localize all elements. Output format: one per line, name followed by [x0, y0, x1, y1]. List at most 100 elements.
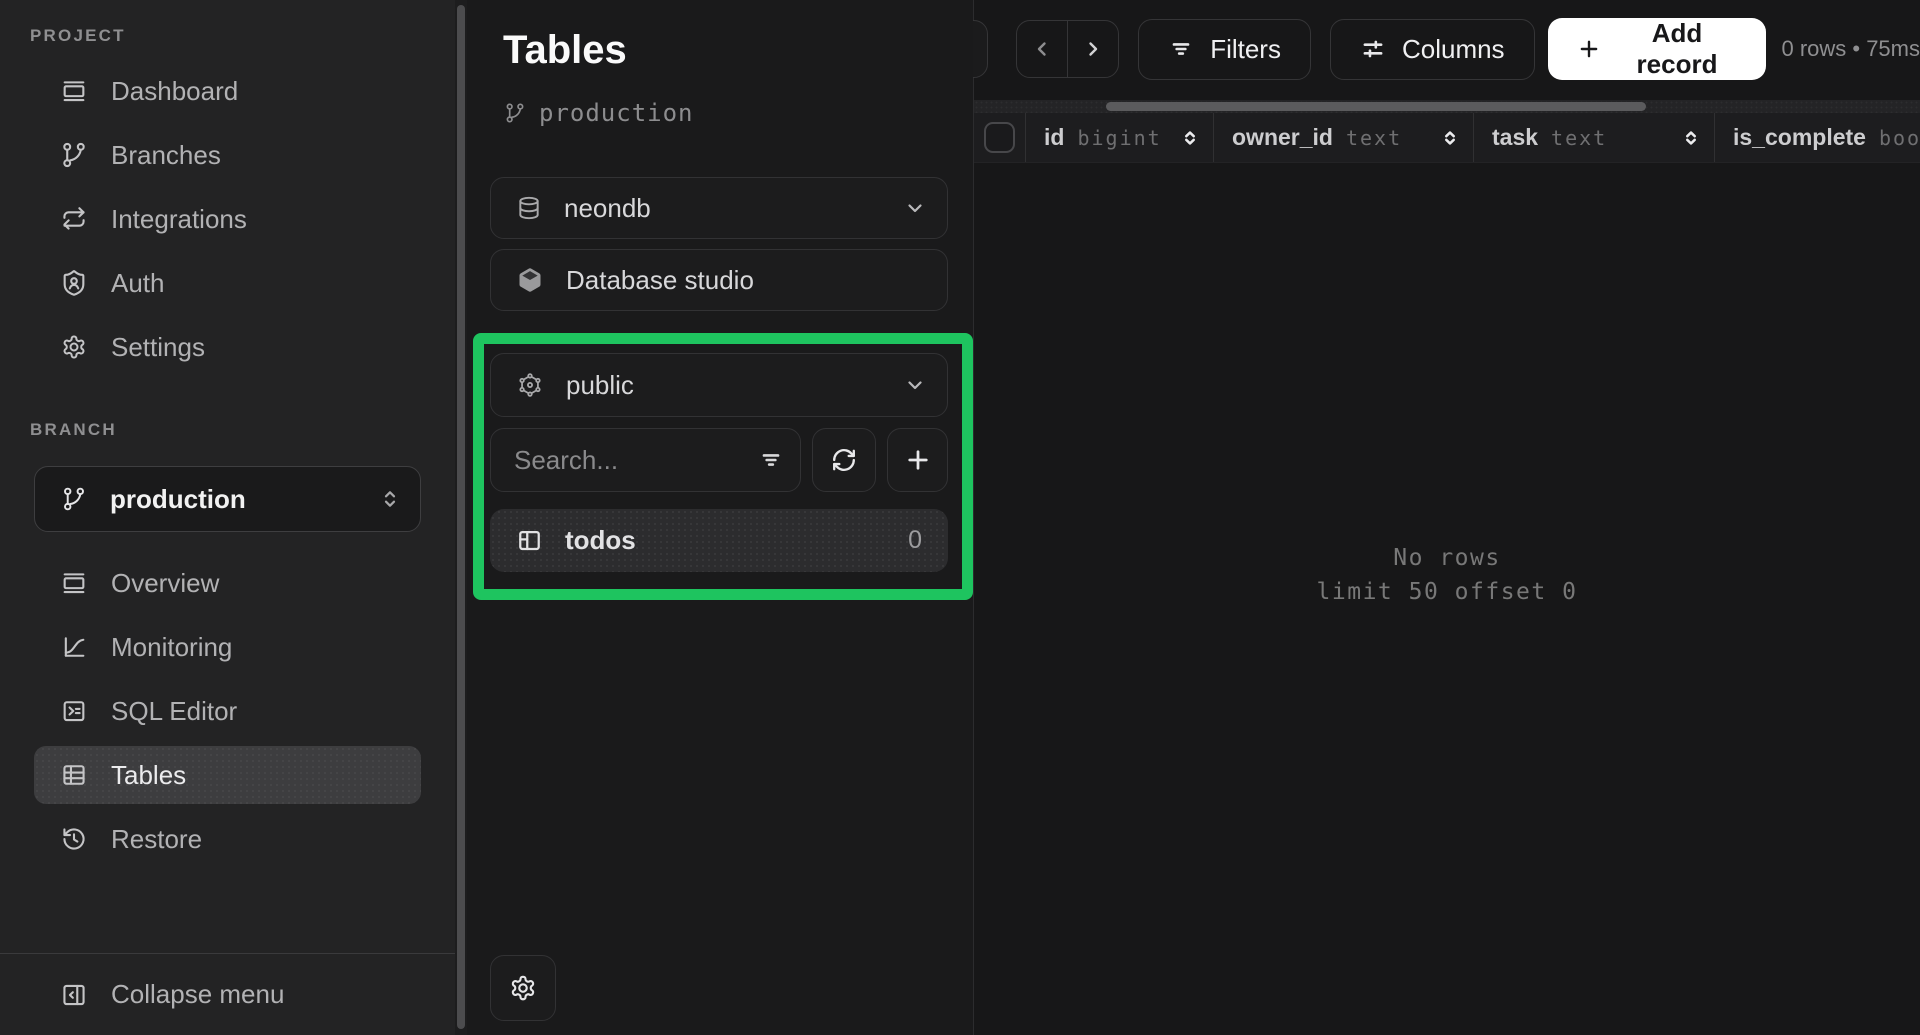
database-studio-button[interactable]: Database studio: [490, 249, 948, 311]
sliders-icon: [1360, 36, 1386, 62]
sidebar-scrollbar-thumb[interactable]: [457, 5, 465, 1029]
search-input[interactable]: [491, 445, 741, 476]
chevrons-up-down-icon: [378, 487, 402, 511]
schema-selector[interactable]: public: [490, 353, 948, 417]
filter-icon[interactable]: [758, 447, 784, 473]
column-name: is_complete: [1733, 124, 1866, 151]
select-all-checkbox[interactable]: [984, 122, 1015, 153]
database-icon: [516, 195, 542, 221]
panel-settings-button[interactable]: [490, 955, 556, 1021]
next-page-button[interactable]: [1068, 21, 1118, 77]
git-branch-icon: [504, 102, 526, 124]
plus-icon: [903, 445, 933, 475]
column-header-is-complete[interactable]: is_complete boolean: [1715, 113, 1920, 162]
refresh-icon: [830, 446, 858, 474]
database-selector[interactable]: neondb: [490, 177, 948, 239]
filters-icon: [1168, 36, 1194, 62]
sidebar-item-label: Auth: [111, 268, 165, 299]
table-search-row: [490, 428, 948, 492]
sidebar-item-monitoring[interactable]: Monitoring: [34, 618, 421, 676]
column-type: boolean: [1879, 126, 1920, 150]
sidebar-item-dashboard[interactable]: Dashboard: [34, 62, 421, 120]
sort-icon[interactable]: [1681, 128, 1701, 148]
git-branch-icon: [61, 486, 87, 512]
sidebar-item-label: Overview: [111, 568, 219, 599]
sidebar-item-overview[interactable]: Overview: [34, 554, 421, 612]
grid-toolbar: Filters Columns Add record 0 rows • 75ms: [974, 0, 1920, 98]
query-status: 0 rows • 75ms: [1781, 36, 1920, 62]
sort-icon[interactable]: [1440, 128, 1460, 148]
page-title: Tables: [503, 28, 627, 73]
filters-button-label: Filters: [1210, 34, 1281, 65]
dashboard-icon: [60, 77, 88, 105]
sidebar-item-label: Restore: [111, 824, 202, 855]
collapse-menu-button[interactable]: Collapse menu: [34, 966, 421, 1024]
table-icon: [60, 761, 88, 789]
database-selector-value: neondb: [564, 193, 651, 224]
project-section-label: PROJECT: [0, 0, 455, 56]
add-table-button[interactable]: [887, 428, 948, 492]
column-type: text: [1346, 126, 1402, 150]
columns-button-label: Columns: [1402, 34, 1505, 65]
gear-icon: [60, 333, 88, 361]
sidebar-item-label: SQL Editor: [111, 696, 237, 727]
grid-header-row: id bigint owner_id text task text is_com…: [974, 113, 1920, 163]
sidebar-item-branches[interactable]: Branches: [34, 126, 421, 184]
columns-button[interactable]: Columns: [1330, 19, 1535, 80]
refresh-button[interactable]: [812, 428, 876, 492]
prev-page-button[interactable]: [1017, 21, 1068, 77]
neon-console-window: PROJECT Dashboard Branches Integrations …: [0, 0, 1920, 1035]
table-list-item-todos[interactable]: todos 0: [490, 509, 948, 572]
gear-icon: [508, 973, 538, 1003]
data-grid-area: Filters Columns Add record 0 rows • 75ms…: [973, 0, 1920, 1035]
sidebar-item-label: Monitoring: [111, 632, 232, 663]
branch-selector-value: production: [110, 484, 246, 515]
tables-panel: Tables production neondb Database studio…: [467, 0, 973, 1035]
git-branch-icon: [60, 141, 88, 169]
column-header-owner-id[interactable]: owner_id text: [1214, 113, 1474, 162]
monitoring-icon: [60, 633, 88, 661]
sidebar-item-label: Settings: [111, 332, 205, 363]
branch-section-label: BRANCH: [0, 382, 455, 450]
sidebar-scrollbar[interactable]: [455, 0, 467, 1035]
sidebar-item-integrations[interactable]: Integrations: [34, 190, 421, 248]
filters-button[interactable]: Filters: [1138, 19, 1311, 80]
schema-icon: [516, 371, 544, 399]
collapse-menu-label: Collapse menu: [111, 979, 284, 1010]
column-header-id[interactable]: id bigint: [1026, 113, 1214, 162]
table-name: todos: [565, 525, 636, 556]
breadcrumb-branch-name: production: [539, 99, 694, 127]
pagination-group: [1016, 20, 1119, 78]
select-all-cell: [974, 113, 1026, 162]
column-name: task: [1492, 124, 1538, 151]
sidebar-footer: Collapse menu: [0, 953, 455, 1035]
column-type: bigint: [1077, 126, 1161, 150]
sidebar-item-sql-editor[interactable]: SQL Editor: [34, 682, 421, 740]
shield-user-icon: [60, 269, 88, 297]
schema-selector-value: public: [566, 370, 634, 401]
sidebar-item-auth[interactable]: Auth: [34, 254, 421, 312]
sidebar-item-label: Integrations: [111, 204, 247, 235]
branch-selector[interactable]: production: [34, 466, 421, 532]
collapse-menu-icon: [60, 981, 88, 1009]
restore-icon: [60, 825, 88, 853]
add-record-button[interactable]: Add record: [1548, 18, 1767, 80]
sidebar-item-restore[interactable]: Restore: [34, 810, 421, 868]
chevron-right-icon: [1081, 37, 1105, 61]
empty-state-message: No rows limit 50 offset 0: [974, 541, 1920, 609]
integrations-icon: [60, 205, 88, 233]
add-record-label: Add record: [1616, 18, 1739, 80]
database-studio-icon: [516, 266, 544, 294]
empty-state-line1: No rows: [974, 541, 1920, 575]
sql-editor-icon: [60, 697, 88, 725]
sort-icon[interactable]: [1180, 128, 1200, 148]
sidebar-item-settings[interactable]: Settings: [34, 318, 421, 376]
column-name: id: [1044, 124, 1064, 151]
table-icon: [516, 527, 543, 554]
horizontal-scrollbar[interactable]: [974, 100, 1920, 113]
sidebar-item-tables[interactable]: Tables: [34, 746, 421, 804]
plus-icon: [1576, 36, 1602, 62]
horizontal-scrollbar-thumb[interactable]: [1106, 102, 1646, 111]
column-header-task[interactable]: task text: [1474, 113, 1715, 162]
chevron-down-icon: [903, 373, 927, 397]
